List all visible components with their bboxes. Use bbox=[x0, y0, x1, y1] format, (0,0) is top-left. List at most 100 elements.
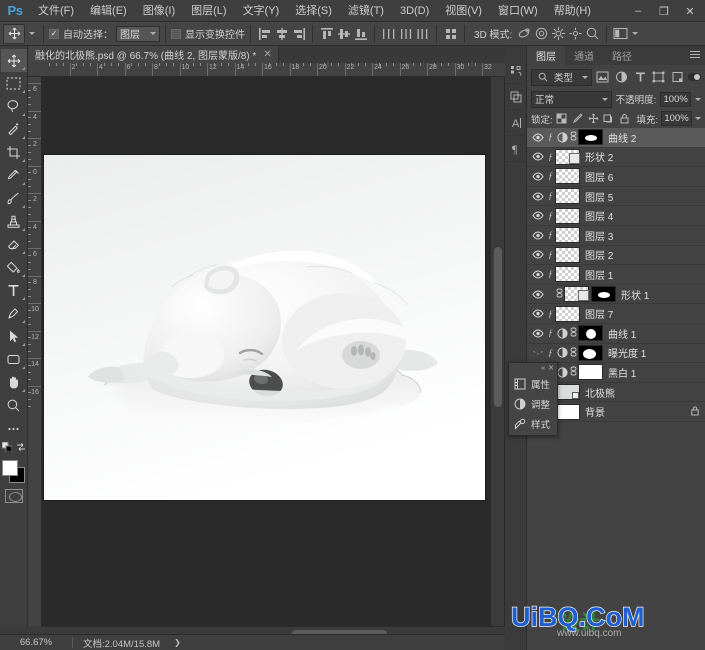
menu-edit[interactable]: 编辑(E) bbox=[82, 0, 135, 22]
layer-thumbnail[interactable] bbox=[555, 188, 580, 204]
layer-thumbnail-image[interactable] bbox=[578, 129, 603, 145]
hand-tool[interactable] bbox=[1, 371, 27, 394]
eye-visible-icon[interactable] bbox=[529, 265, 546, 284]
menu-3d[interactable]: 3D(D) bbox=[392, 0, 437, 22]
edit-toolbar-tool[interactable] bbox=[1, 417, 27, 440]
align-right-edges-icon[interactable] bbox=[290, 25, 307, 43]
layer-thumbnail-image[interactable] bbox=[555, 227, 580, 243]
align-vertical-centers-icon[interactable] bbox=[335, 25, 352, 43]
layer-thumbnail-image[interactable] bbox=[555, 247, 580, 263]
maximize-button[interactable]: ❐ bbox=[651, 1, 677, 21]
layer-thumbnail-image[interactable] bbox=[555, 306, 580, 322]
table-row[interactable]: ƒ图层 7 bbox=[527, 304, 705, 324]
crop-tool[interactable] bbox=[1, 141, 27, 164]
opacity-chevron-icon[interactable] bbox=[695, 98, 701, 101]
marquee-tool[interactable] bbox=[1, 72, 27, 95]
panel-item-styles[interactable]: 样式 bbox=[509, 414, 557, 434]
history-icon[interactable] bbox=[505, 58, 527, 84]
align-left-edges-icon[interactable] bbox=[256, 25, 273, 43]
menu-window[interactable]: 窗口(W) bbox=[490, 0, 546, 22]
panel-menu-icon[interactable] bbox=[690, 51, 700, 60]
menu-type[interactable]: 文字(Y) bbox=[235, 0, 288, 22]
eraser-tool[interactable] bbox=[1, 233, 27, 256]
scale-3d-icon[interactable] bbox=[584, 25, 601, 43]
layer-thumbnail[interactable] bbox=[555, 149, 580, 165]
menu-layer[interactable]: 图层(L) bbox=[183, 0, 234, 22]
roll-3d-icon[interactable] bbox=[533, 25, 550, 43]
minimize-button[interactable]: – bbox=[625, 1, 651, 21]
eye-visible-icon[interactable] bbox=[529, 226, 546, 245]
swap-colors-icon[interactable] bbox=[16, 442, 26, 455]
auto-select-dropdown[interactable]: 图层 bbox=[116, 26, 160, 42]
lock-image-pixels-icon[interactable] bbox=[571, 112, 584, 126]
workspace-switcher-icon[interactable] bbox=[612, 25, 629, 43]
table-row[interactable]: 形状 1 bbox=[527, 285, 705, 305]
layer-thumbnail-image[interactable] bbox=[555, 168, 580, 184]
layer-thumbnail[interactable] bbox=[555, 168, 580, 184]
opacity-value[interactable]: 100% bbox=[660, 92, 691, 107]
align-bottom-edges-icon[interactable] bbox=[352, 25, 369, 43]
align-top-edges-icon[interactable] bbox=[318, 25, 335, 43]
foreground-color-swatch[interactable] bbox=[2, 460, 18, 476]
status-options-arrow-icon[interactable]: ❯ bbox=[174, 638, 181, 647]
link-mask-icon[interactable] bbox=[569, 131, 578, 143]
menu-select[interactable]: 选择(S) bbox=[287, 0, 340, 22]
clone-stamp-tool[interactable] bbox=[1, 210, 27, 233]
table-row[interactable]: ƒ图层 3 bbox=[527, 226, 705, 246]
layer-thumbnail[interactable] bbox=[555, 384, 580, 400]
eye-visible-icon[interactable] bbox=[529, 304, 546, 323]
layer-thumbnail[interactable] bbox=[564, 286, 616, 302]
shape-filter-icon[interactable] bbox=[651, 69, 667, 85]
layer-thumbnail-image[interactable] bbox=[555, 188, 580, 204]
layer-thumbnail-image[interactable] bbox=[578, 325, 603, 341]
table-row[interactable]: ƒ图层 5 bbox=[527, 187, 705, 207]
move-tool[interactable] bbox=[1, 49, 27, 72]
auto-select-checkbox[interactable]: ✓ bbox=[49, 29, 59, 39]
lock-all-icon[interactable] bbox=[618, 112, 631, 126]
menu-image[interactable]: 图像(I) bbox=[135, 0, 183, 22]
filter-enable-toggle[interactable] bbox=[688, 73, 701, 81]
slide-3d-icon[interactable] bbox=[567, 25, 584, 43]
collapse-icon[interactable]: « bbox=[541, 365, 545, 372]
fill-chevron-icon[interactable] bbox=[695, 117, 701, 120]
table-row[interactable]: ƒ图层 2 bbox=[527, 246, 705, 266]
fill-value[interactable]: 100% bbox=[661, 111, 692, 126]
default-colors-icon[interactable] bbox=[2, 442, 12, 455]
eye-visible-icon[interactable] bbox=[529, 324, 546, 343]
eye-visible-icon[interactable] bbox=[529, 187, 546, 206]
path-selection-tool[interactable] bbox=[1, 325, 27, 348]
layer-thumbnail-image[interactable] bbox=[555, 404, 580, 420]
distribute-centers-icon[interactable] bbox=[397, 25, 414, 43]
workspace-chevron-icon[interactable] bbox=[629, 24, 641, 44]
artboard[interactable] bbox=[44, 155, 485, 500]
shape-thumbnail[interactable] bbox=[555, 149, 580, 165]
active-tool-move-icon[interactable] bbox=[3, 24, 25, 44]
layer-thumbnail[interactable] bbox=[555, 208, 580, 224]
distribute-right-icon[interactable] bbox=[414, 25, 431, 43]
link-mask-icon[interactable] bbox=[569, 366, 578, 378]
table-row[interactable]: ƒ图层 1 bbox=[527, 265, 705, 285]
filter-kind-dropdown[interactable]: 类型 bbox=[531, 69, 592, 86]
layer-thumbnail[interactable] bbox=[555, 404, 580, 420]
character-icon[interactable]: A bbox=[505, 110, 527, 136]
smart-object-thumbnail[interactable] bbox=[555, 384, 580, 400]
tab-layers[interactable]: 图层 bbox=[527, 46, 565, 65]
layer-thumbnail[interactable] bbox=[555, 227, 580, 243]
panel-item-adjustments[interactable]: 调整 bbox=[509, 394, 557, 414]
quick-mask-toggle-icon[interactable] bbox=[5, 489, 23, 503]
blend-mode-dropdown[interactable]: 正常 bbox=[531, 91, 612, 108]
menu-file[interactable]: 文件(F) bbox=[30, 0, 82, 22]
lock-position-icon[interactable] bbox=[587, 112, 600, 126]
layer-thumbnail[interactable] bbox=[555, 266, 580, 282]
menu-filter[interactable]: 滤镜(T) bbox=[340, 0, 392, 22]
type-filter-icon[interactable] bbox=[632, 69, 648, 85]
table-row[interactable]: ƒ图层 6 bbox=[527, 167, 705, 187]
layer-thumbnail-image[interactable] bbox=[555, 208, 580, 224]
layer-comps-icon[interactable] bbox=[505, 84, 527, 110]
canvas-vertical-scrollbar[interactable] bbox=[490, 77, 504, 626]
close-button[interactable]: ✕ bbox=[677, 1, 703, 21]
document-tab[interactable]: 融化的北极熊.psd @ 66.7% (曲线 2, 图层蒙版/8) * ✕ bbox=[28, 46, 279, 63]
show-transform-group[interactable]: 显示变换控件 bbox=[171, 26, 245, 41]
lock-transparency-icon[interactable] bbox=[556, 112, 569, 126]
menu-help[interactable]: 帮助(H) bbox=[546, 0, 599, 22]
